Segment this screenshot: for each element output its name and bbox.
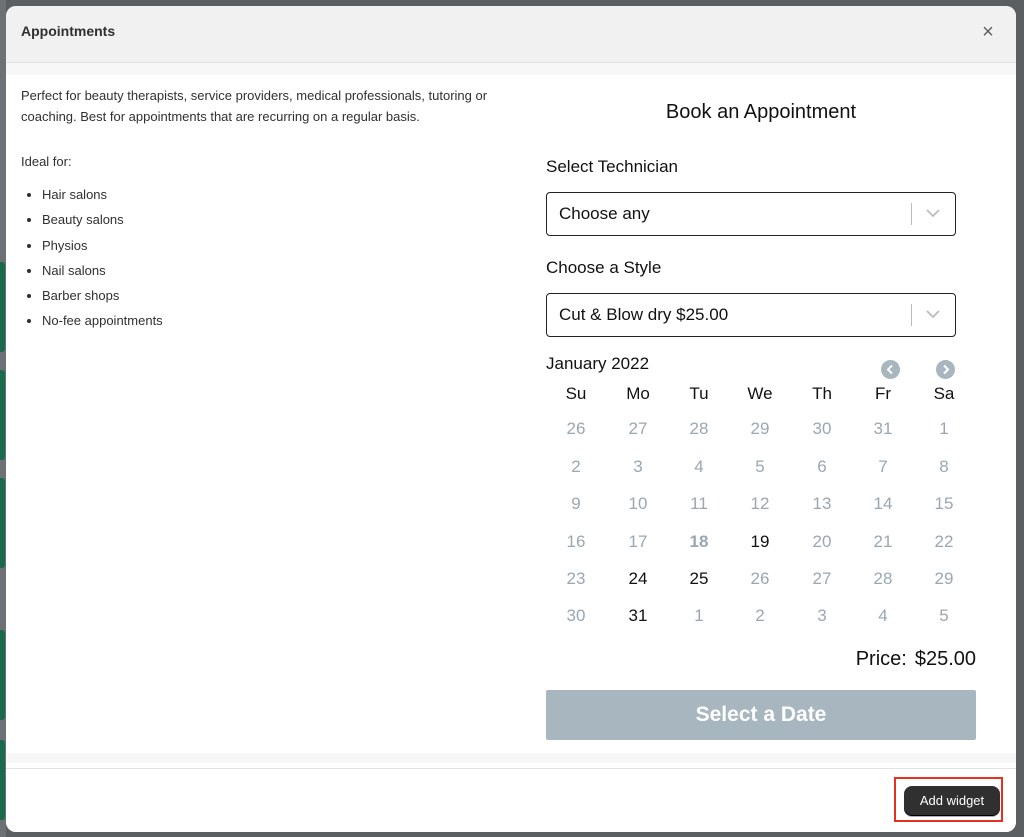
list-item: Barber shops bbox=[42, 286, 163, 311]
calendar-day: 21 bbox=[873, 532, 893, 551]
select-divider bbox=[911, 203, 912, 225]
calendar-day: 9 bbox=[571, 494, 581, 513]
calendar-day: 28 bbox=[873, 569, 893, 588]
calendar-day: 3 bbox=[633, 457, 643, 476]
next-month-button[interactable] bbox=[936, 360, 955, 379]
calendar-day: 7 bbox=[878, 457, 888, 476]
calendar-day-available[interactable]: 31 bbox=[618, 606, 658, 626]
calendar-day: 14 bbox=[873, 494, 893, 513]
weekday-header: Th bbox=[812, 384, 832, 403]
calendar-day: 8 bbox=[939, 457, 949, 476]
price-display: Price: $25.00 bbox=[856, 648, 976, 671]
calendar-day: 2 bbox=[571, 457, 581, 476]
calendar-day: 26 bbox=[750, 569, 770, 588]
calendar-day: 4 bbox=[878, 606, 888, 625]
modal-title: Appointments bbox=[21, 23, 116, 39]
calendar-day: 10 bbox=[628, 494, 648, 513]
calendar-day: 3 bbox=[817, 606, 827, 625]
chevron-right-icon bbox=[936, 360, 955, 379]
booking-title: Book an Appointment bbox=[665, 101, 857, 123]
prev-month-button[interactable] bbox=[881, 360, 900, 379]
weekday-header: Su bbox=[565, 384, 587, 403]
calendar-day: 16 bbox=[566, 532, 586, 551]
calendar-day: 5 bbox=[939, 606, 949, 625]
style-value: Cut & Blow dry $25.00 bbox=[559, 305, 729, 324]
weekday-header: We bbox=[747, 384, 773, 403]
calendar-day: 4 bbox=[694, 457, 704, 476]
preview-area: Perfect for beauty therapists, service p… bbox=[6, 75, 1016, 753]
calendar-day-available[interactable]: 19 bbox=[740, 532, 780, 552]
select-divider bbox=[911, 304, 912, 326]
calendar-day: 29 bbox=[934, 569, 954, 588]
calendar-day: 20 bbox=[812, 532, 832, 551]
calendar-day: 27 bbox=[812, 569, 832, 588]
calendar-day: 18 bbox=[689, 532, 709, 551]
calendar-day: 26 bbox=[566, 419, 586, 438]
list-item: No-fee appointments bbox=[42, 311, 163, 336]
calendar-day: 30 bbox=[566, 606, 586, 625]
calendar-day-available[interactable]: 24 bbox=[618, 569, 658, 589]
calendar-day: 6 bbox=[817, 457, 827, 476]
modal-header: Appointments × bbox=[6, 6, 1016, 63]
calendar-day: 17 bbox=[628, 532, 648, 551]
calendar-day: 29 bbox=[750, 419, 770, 438]
booking-widget-preview: Book an Appointment Select Technician Ch… bbox=[546, 75, 976, 753]
calendar-day: 2 bbox=[755, 606, 765, 625]
calendar-day: 22 bbox=[934, 532, 954, 551]
chevron-left-icon bbox=[881, 360, 900, 379]
weekday-header: Mo bbox=[626, 384, 650, 403]
calendar-day: 28 bbox=[689, 419, 709, 438]
calendar-day: 12 bbox=[750, 494, 770, 513]
select-date-button[interactable]: Select a Date bbox=[546, 690, 976, 740]
calendar-month: January 2022 bbox=[546, 354, 650, 373]
add-widget-button[interactable]: Add widget bbox=[904, 786, 1000, 816]
price-label: Price: bbox=[855, 648, 907, 670]
weekday-header: Fr bbox=[874, 384, 892, 403]
appointments-modal: Appointments × Perfect for beauty therap… bbox=[6, 6, 1016, 832]
weekday-header: Tu bbox=[689, 384, 709, 403]
list-item: Nail salons bbox=[42, 261, 163, 286]
close-icon: × bbox=[982, 21, 994, 43]
chevron-down-icon bbox=[924, 305, 942, 323]
weekday-header: Sa bbox=[933, 384, 955, 403]
calendar-day: 13 bbox=[812, 494, 832, 513]
technician-select[interactable]: Choose any bbox=[546, 192, 956, 236]
widget-description: Perfect for beauty therapists, service p… bbox=[21, 85, 491, 127]
style-select[interactable]: Cut & Blow dry $25.00 bbox=[546, 293, 956, 337]
chevron-down-icon bbox=[924, 204, 942, 222]
description-text: Perfect for beauty therapists, service p… bbox=[21, 88, 488, 124]
calendar-day: 31 bbox=[873, 419, 893, 438]
ideal-for-list: Hair salons Beauty salons Physios Nail s… bbox=[21, 185, 163, 337]
list-item: Hair salons bbox=[42, 185, 163, 210]
calendar-day: 30 bbox=[812, 419, 832, 438]
ideal-for-heading: Ideal for: bbox=[21, 154, 72, 169]
calendar-day: 11 bbox=[690, 494, 708, 513]
calendar-day: 1 bbox=[694, 606, 704, 625]
list-item: Physios bbox=[42, 236, 163, 261]
calendar-day: 15 bbox=[934, 494, 954, 513]
technician-label: Select Technician bbox=[546, 157, 678, 176]
modal-footer: Add widget bbox=[6, 768, 1016, 832]
calendar-day: 5 bbox=[755, 457, 765, 476]
price-value: $25.00 bbox=[914, 648, 976, 670]
calendar-day: 1 bbox=[939, 419, 949, 438]
close-button[interactable]: × bbox=[976, 20, 1000, 44]
calendar-day: 27 bbox=[628, 419, 648, 438]
modal-body: Perfect for beauty therapists, service p… bbox=[6, 63, 1016, 763]
style-label: Choose a Style bbox=[546, 258, 662, 277]
list-item: Beauty salons bbox=[42, 210, 163, 235]
calendar-day-available[interactable]: 25 bbox=[679, 569, 719, 589]
calendar-day: 23 bbox=[566, 569, 586, 588]
technician-value: Choose any bbox=[559, 204, 650, 223]
